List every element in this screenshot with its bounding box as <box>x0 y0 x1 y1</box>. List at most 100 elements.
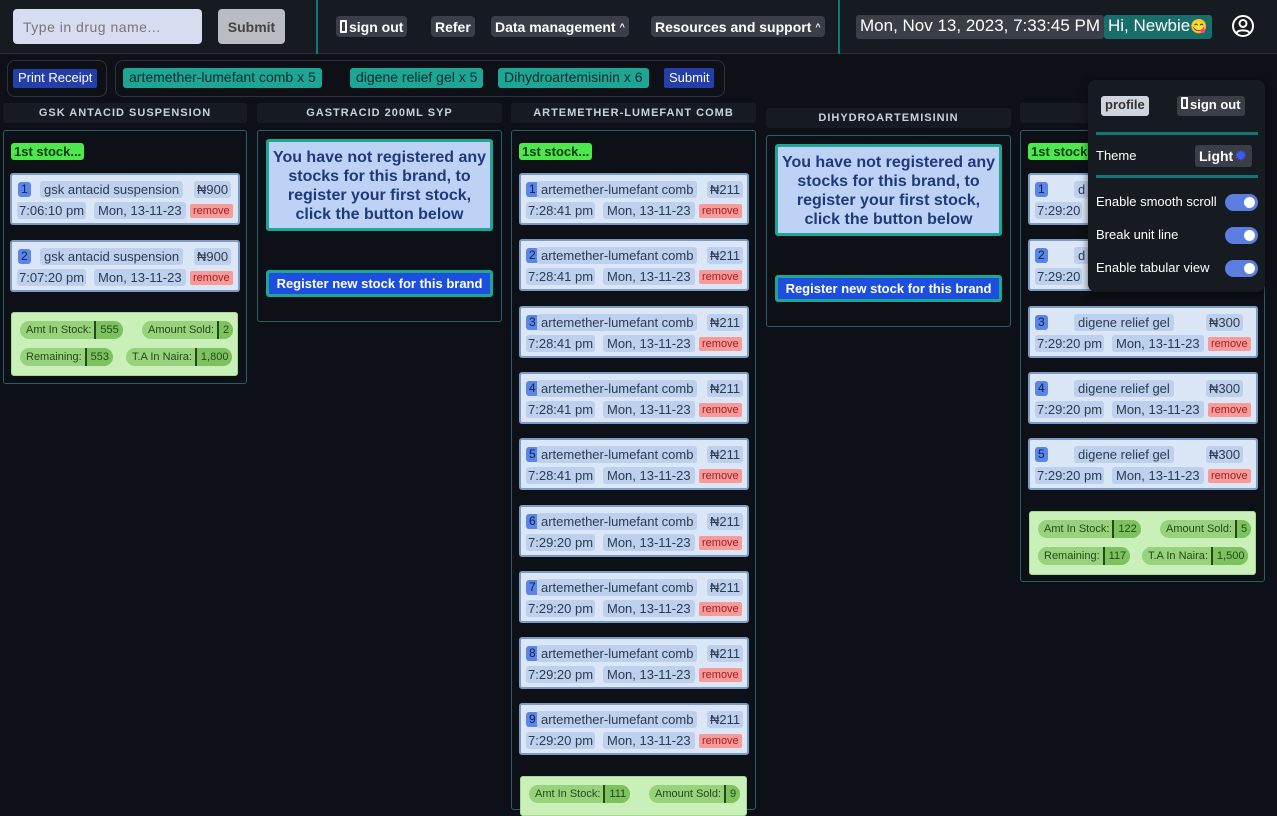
pill-label: Amt In Stock: <box>26 324 92 336</box>
signout-label: sign out <box>349 18 404 35</box>
signout-button[interactable]: sign out <box>336 16 408 37</box>
remove-button[interactable]: remove <box>1208 336 1251 351</box>
column-title: GSK ANTACID SUSPENSION <box>3 103 247 123</box>
theme-value: Light <box>1199 148 1234 164</box>
stock-name: digene relief gel <box>1074 313 1174 331</box>
user-dropdown-menu: profile sign out Theme Light ✹ Enable sm… <box>1088 80 1265 292</box>
stock-time: 7:29:20 pm <box>526 666 596 684</box>
resources-label: Resources and support <box>655 18 812 35</box>
first-stock-badge[interactable]: 1st stock... <box>11 143 85 160</box>
stock-card: 9 artemether-lumefant comb ₦211 7:29:20 pm M… <box>519 703 749 756</box>
empty-stock-message: You have not registered any stocks for t… <box>266 139 493 231</box>
pill-label: Amt In Stock: <box>535 788 601 800</box>
stock-price: ₦300 <box>1206 379 1244 397</box>
stock-number: 2 <box>18 249 31 264</box>
empty-stock-message: You have not registered any stocks for t… <box>775 144 1002 236</box>
refer-button[interactable]: Refer <box>431 16 475 37</box>
stock-time: 7:29:20 pm <box>1035 467 1105 485</box>
amt-in-stock-pill: Amt In Stock: 555 <box>20 321 123 339</box>
stock-time: 7:29:20 pm <box>1035 400 1105 418</box>
cart-item-chip[interactable]: Dihydroartemisinin x 6 <box>498 68 649 88</box>
smile-emoji-icon: 😋 <box>1190 18 1208 34</box>
cart-submit-button[interactable]: Submit <box>664 68 715 88</box>
stock-time: 7:28:41 pm <box>526 268 596 286</box>
stock-name: artemether-lumefant comb <box>537 313 698 331</box>
stock-number: 1 <box>1035 182 1048 197</box>
stock-date: Mon, 13-11-23 <box>603 467 695 485</box>
current-datetime: Mon, Nov 13, 2023, 7:33:45 PM <box>856 15 1105 39</box>
cart-item-chip[interactable]: artemether-lumefant comb x 5 <box>123 68 322 88</box>
tabular-view-label: Enable tabular view <box>1096 260 1210 275</box>
user-account-icon[interactable] <box>1231 14 1255 38</box>
exit-icon <box>1181 97 1188 109</box>
chevron-up-icon: ^ <box>815 21 821 32</box>
remove-button[interactable]: remove <box>190 271 233 285</box>
stock-card: 8 artemether-lumefant comb ₦211 7:29:20 pm M… <box>519 637 749 690</box>
stock-time: 7:29:20 <box>1035 202 1083 219</box>
pill-value: 555 <box>94 321 123 339</box>
remove-button[interactable]: remove <box>699 469 742 484</box>
data-management-menu[interactable]: Data management ^ <box>491 16 629 37</box>
stock-price: ₦211 <box>707 247 744 265</box>
amount-sold-pill: Amount Sold: 2 <box>142 321 234 339</box>
stock-price: ₦211 <box>707 181 744 198</box>
tabular-view-toggle[interactable] <box>1225 260 1258 277</box>
stock-name: gsk antacid suspension <box>40 248 184 265</box>
remove-button[interactable]: remove <box>699 668 742 683</box>
register-stock-button[interactable]: Register new stock for this brand <box>775 275 1002 302</box>
stock-time: 7:28:41 pm <box>526 334 596 352</box>
stock-date: Mon, 13-11-23 <box>1112 400 1204 418</box>
column-title: ARTEMETHER-LUMEFANT COMB <box>511 103 756 123</box>
remove-button[interactable]: remove <box>190 204 233 218</box>
greeting-text: Hi, Newbie <box>1108 16 1191 35</box>
stock-price: ₦211 <box>707 379 744 397</box>
pill-label: Remaining: <box>26 351 82 363</box>
menu-signout-button[interactable]: sign out <box>1177 96 1245 116</box>
remove-button[interactable]: remove <box>699 734 742 749</box>
print-receipt-button[interactable]: Print Receipt <box>13 69 98 88</box>
profile-button[interactable]: profile <box>1101 96 1149 116</box>
stock-card: 1 artemether-lumefant comb ₦211 7:28:41 pm M… <box>519 173 749 225</box>
theme-toggle-button[interactable]: Light ✹ <box>1195 145 1252 167</box>
stock-price: ₦211 <box>707 578 744 596</box>
amt-in-stock-pill: Amt In Stock: 111 <box>529 785 631 803</box>
stock-card: 5 artemether-lumefant comb ₦211 7:28:41 pm M… <box>519 438 749 491</box>
first-stock-badge[interactable]: 1st stock <box>1028 143 1091 160</box>
register-stock-button[interactable]: Register new stock for this brand <box>266 270 493 297</box>
stock-number: 1 <box>18 182 31 197</box>
remove-button[interactable]: remove <box>1208 402 1251 417</box>
resources-support-menu[interactable]: Resources and support ^ <box>651 16 825 37</box>
exit-icon <box>340 20 347 33</box>
stock-card: 4 digene relief gel ₦300 7:29:20 pm Mon, 13-… <box>1028 371 1258 424</box>
stock-name: gsk antacid suspension <box>40 181 184 198</box>
cart-item-chip[interactable]: digene relief gel x 5 <box>350 68 484 88</box>
break-unit-toggle[interactable] <box>1225 227 1258 244</box>
pill-value: 2 <box>217 321 234 339</box>
remove-button[interactable]: remove <box>699 601 742 616</box>
remove-button[interactable]: remove <box>1208 469 1251 484</box>
remove-button[interactable]: remove <box>699 535 742 550</box>
stock-card: 6 artemether-lumefant comb ₦211 7:29:20 pm M… <box>519 504 749 557</box>
search-submit-button[interactable]: Submit <box>218 9 285 44</box>
amt-in-stock-pill: Amt In Stock: 122 <box>1038 520 1141 538</box>
stock-date: Mon, 13-11-23 <box>603 400 695 418</box>
first-stock-badge[interactable]: 1st stock... <box>519 143 593 160</box>
smooth-scroll-toggle[interactable] <box>1225 194 1258 211</box>
stock-time: 7:06:10 pm <box>17 202 87 219</box>
stock-name: d <box>1074 247 1090 265</box>
stock-name: artemether-lumefant comb <box>537 578 698 596</box>
stock-time: 7:28:41 pm <box>526 400 596 418</box>
remove-button[interactable]: remove <box>699 204 742 218</box>
drug-search-input[interactable] <box>13 9 202 44</box>
remove-button[interactable]: remove <box>699 270 742 285</box>
stock-time: 7:29:20 pm <box>526 599 596 617</box>
pill-value: 5 <box>1235 520 1252 538</box>
remove-button[interactable]: remove <box>699 402 742 417</box>
stock-price: ₦300 <box>1206 446 1244 464</box>
stock-summary: Amt In Stock: 122 Amount Sold: 5 Remaining… <box>1029 511 1256 575</box>
stock-price: ₦300 <box>1206 313 1244 331</box>
remove-button[interactable]: remove <box>699 336 742 351</box>
menu-divider <box>1096 132 1258 135</box>
break-unit-label: Break unit line <box>1096 227 1179 242</box>
stock-card: 4 artemether-lumefant comb ₦211 7:28:41 pm M… <box>519 371 749 424</box>
